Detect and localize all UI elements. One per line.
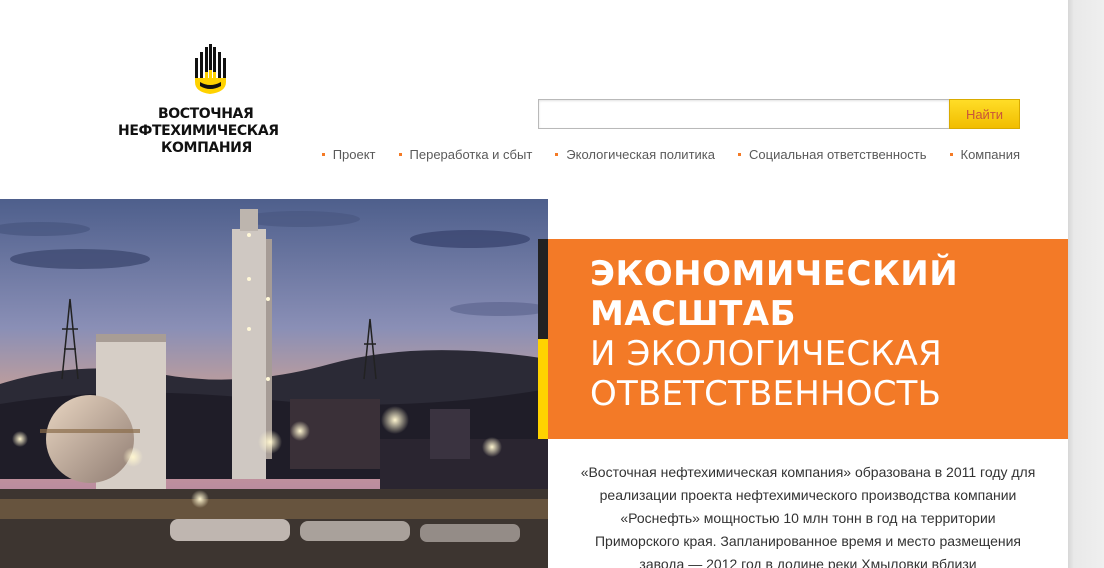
banner-stripe-black: [538, 239, 548, 339]
hero-image: [0, 199, 548, 568]
bullet-icon: [555, 153, 559, 156]
logo-line-2: НЕФТЕХИМИЧЕСКАЯ: [118, 123, 279, 139]
search-input[interactable]: [538, 99, 950, 129]
nav-item-label: Экологическая политика: [566, 147, 715, 162]
logo-wordmark: ВОСТОЧНАЯ НЕФТЕХИМИЧЕСКАЯ КОМПАНИЯ: [118, 106, 338, 157]
banner-line-2: МАСШТАБ: [590, 294, 797, 334]
page-edge-shadow: [1068, 0, 1104, 568]
nav-item-label: Переработка и сбыт: [409, 147, 533, 162]
nav-item-label: Компания: [960, 147, 1021, 162]
nav-item-company[interactable]: Компания: [949, 147, 1021, 162]
main-nav: Проект Переработка и сбыт Экологическая …: [321, 147, 1021, 162]
nav-item-label: Проект: [332, 147, 376, 162]
bullet-icon: [398, 153, 402, 156]
bullet-icon: [321, 153, 325, 156]
banner-stripe-yellow: [538, 339, 548, 439]
nav-item-label: Социальная ответственность: [749, 147, 927, 162]
bullet-icon: [738, 153, 741, 156]
banner-accent-stripe: [538, 239, 548, 439]
intro-paragraph: «Восточная нефтехимическая компания» обр…: [580, 464, 1036, 568]
rosneft-flame-icon: [195, 44, 226, 94]
bullet-icon: [949, 153, 953, 156]
nav-item-processing[interactable]: Переработка и сбыт: [398, 147, 533, 162]
banner-line-4: ОТВЕТСТВЕННОСТЬ: [590, 374, 942, 414]
nav-item-project[interactable]: Проект: [321, 147, 376, 162]
nav-item-social[interactable]: Социальная ответственность: [738, 147, 927, 162]
refinery-photo: [0, 199, 548, 568]
banner-line-1: ЭКОНОМИЧЕСКИЙ: [590, 254, 959, 294]
banner-line-3: И ЭКОЛОГИЧЕСКАЯ: [590, 334, 942, 374]
page: ВОСТОЧНАЯ НЕФТЕХИМИЧЕСКАЯ КОМПАНИЯ Найти…: [0, 0, 1068, 568]
nav-item-ecology[interactable]: Экологическая политика: [555, 147, 715, 162]
search-button[interactable]: Найти: [949, 99, 1020, 129]
banner-headline: ЭКОНОМИЧЕСКИЙ МАСШТАБ И ЭКОЛОГИЧЕСКАЯ ОТ…: [590, 254, 1060, 414]
logo-line-1: ВОСТОЧНАЯ: [158, 106, 254, 122]
logo-line-3: КОМПАНИЯ: [161, 140, 252, 156]
